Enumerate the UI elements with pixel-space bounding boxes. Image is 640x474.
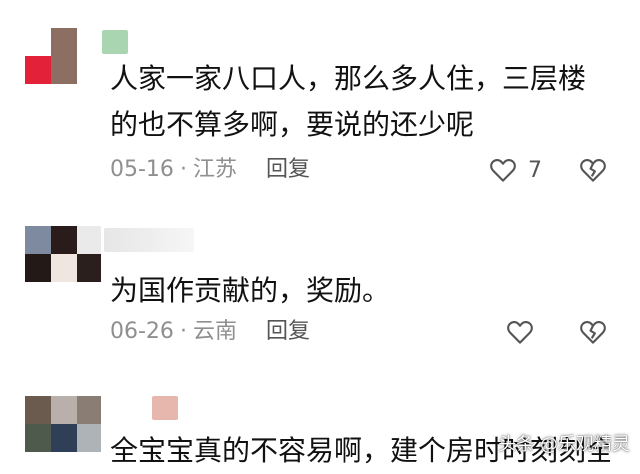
username-blurred[interactable] bbox=[102, 30, 128, 54]
avatar[interactable] bbox=[25, 396, 101, 452]
comment-item: 人家一家八口人，那么多人住，三层楼的也不算多啊，要说的还少呢 05-16 · 江… bbox=[0, 0, 640, 200]
broken-heart-icon[interactable] bbox=[578, 317, 608, 347]
comment-date: 06-26 bbox=[110, 319, 174, 344]
separator: · bbox=[179, 157, 187, 182]
watermark: 头条 @乐观精灵 bbox=[498, 434, 630, 455]
reply-button[interactable]: 回复 bbox=[266, 314, 310, 350]
comment-meta: 06-26 · 云南 bbox=[110, 314, 237, 350]
like-count: 7 bbox=[528, 157, 542, 183]
separator: · bbox=[179, 319, 187, 344]
comment-text: 为国作贡献的，奖励。 bbox=[110, 274, 391, 307]
like-button[interactable] bbox=[505, 314, 545, 350]
username-blurred[interactable] bbox=[104, 228, 194, 252]
username-blurred[interactable] bbox=[152, 396, 178, 420]
comment-meta: 05-16 · 江苏 bbox=[110, 152, 237, 188]
avatar[interactable] bbox=[25, 28, 101, 84]
comment-text: 人家一家八口人，那么多人住，三层楼的也不算多啊，要说的还少呢 bbox=[110, 62, 587, 141]
broken-heart-icon[interactable] bbox=[578, 155, 608, 185]
comment-location: 云南 bbox=[192, 319, 237, 344]
like-button[interactable]: 7 bbox=[488, 152, 542, 188]
heart-outline-icon bbox=[490, 159, 516, 182]
comment-location: 江苏 bbox=[192, 157, 237, 182]
comment-item: 为国作贡献的，奖励。 06-26 · 云南 回复 bbox=[0, 200, 640, 380]
avatar[interactable] bbox=[25, 226, 101, 282]
comment-date: 05-16 bbox=[110, 157, 174, 182]
heart-outline-icon bbox=[507, 321, 533, 344]
reply-button[interactable]: 回复 bbox=[266, 152, 310, 188]
